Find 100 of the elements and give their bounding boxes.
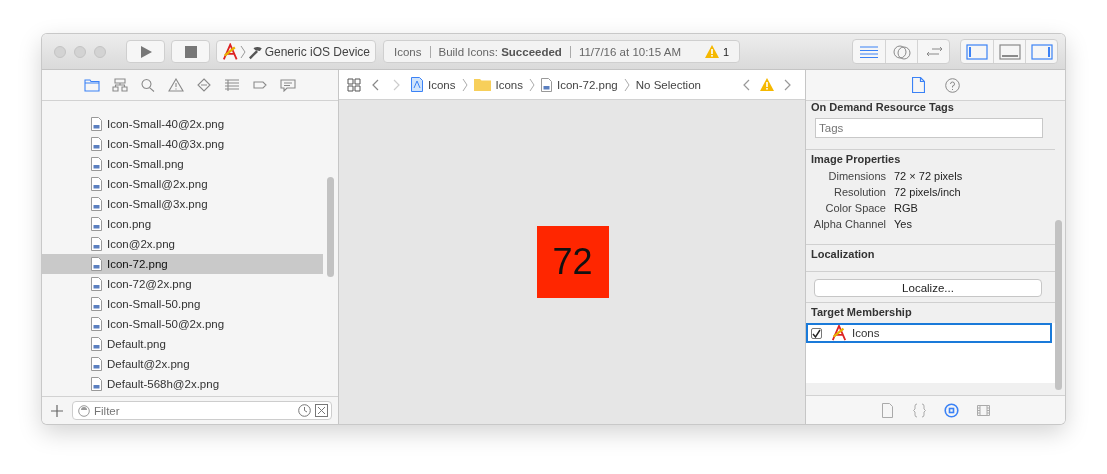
add-icon[interactable]	[51, 404, 63, 417]
warning-icon[interactable]	[167, 76, 185, 94]
braces-icon[interactable]	[910, 401, 929, 419]
scheme-selector[interactable]: Generic iOS Device	[216, 40, 376, 63]
image-file-icon	[91, 237, 102, 251]
file-name: Icon-Small@3x.png	[107, 198, 208, 210]
property-label: Color Space	[824, 202, 886, 214]
hierarchy-icon[interactable]	[111, 76, 129, 94]
search-icon[interactable]	[139, 76, 157, 94]
file-row[interactable]: Default.png	[42, 334, 323, 354]
file-row[interactable]: Icon-72.png	[42, 254, 323, 274]
grid-icon[interactable]	[347, 77, 361, 92]
file-name: Icon-Small.png	[107, 158, 184, 170]
folder-icon[interactable]	[83, 76, 101, 94]
chevron-icon	[623, 77, 630, 92]
breadcrumb[interactable]: Icon-72.png	[541, 77, 618, 92]
build-status: Build Icons: Succeeded	[438, 45, 562, 58]
warning-icon[interactable]	[704, 45, 719, 58]
breadcrumb[interactable]: Icons	[411, 77, 456, 92]
filter-icon	[78, 404, 90, 417]
chevron-icon	[461, 77, 468, 92]
scroll-thumb[interactable]	[327, 177, 334, 277]
image-file-icon	[91, 297, 102, 311]
image-file-icon	[91, 197, 102, 211]
stop-icon	[184, 45, 197, 58]
document-icon[interactable]	[909, 76, 928, 94]
file-row[interactable]: Icon-Small-50.png	[42, 294, 323, 314]
file-name: Default@2x.png	[107, 358, 190, 370]
image-file-icon	[91, 157, 102, 171]
section-title: On Demand Resource Tags	[811, 101, 955, 113]
chevron-icon	[240, 44, 246, 59]
file-name: Icon-72.png	[107, 258, 168, 270]
clock-icon[interactable]	[298, 404, 311, 417]
scope-icon[interactable]	[315, 404, 328, 417]
warning-icon[interactable]	[760, 78, 774, 91]
property-value: Yes	[894, 218, 913, 230]
property-value: 72 × 72 pixels	[894, 170, 964, 182]
list-icon[interactable]	[223, 76, 241, 94]
project-file-icon	[411, 77, 423, 92]
file-name: Icon-Small-40@3x.png	[107, 138, 225, 150]
property-label: Resolution	[833, 186, 886, 198]
help-icon[interactable]	[943, 76, 962, 94]
file-row[interactable]: Icon-Small-40@2x.png	[42, 114, 323, 134]
image-file-icon	[91, 277, 102, 291]
file-row[interactable]: Icon-Small-40@3x.png	[42, 134, 323, 154]
property-value: RGB	[894, 202, 919, 214]
property-label: Alpha Channel	[812, 218, 886, 230]
file-row[interactable]: Icon-72@2x.png	[42, 274, 323, 294]
target-row[interactable]: Icons	[806, 323, 1052, 343]
image-file-icon	[91, 117, 102, 131]
app-icon	[222, 42, 239, 61]
file-name: Icon-Small-50@2x.png	[107, 318, 225, 330]
image-file-icon	[91, 257, 102, 271]
image-preview: 72	[536, 226, 609, 298]
checkbox[interactable]	[811, 327, 822, 339]
file-name: Icon-72@2x.png	[107, 278, 192, 290]
image-file-icon	[541, 77, 552, 92]
file-row[interactable]: Default-568h@2x.png	[42, 374, 323, 394]
image-file-icon	[91, 217, 102, 231]
file-row[interactable]: Icon@2x.png	[42, 234, 323, 254]
speech-bubble-icon[interactable]	[279, 76, 297, 94]
project-name: Icons	[394, 45, 422, 58]
build-time: 11/7/16 at 10:15 AM	[578, 45, 681, 58]
image-file-icon	[91, 317, 102, 331]
app-icon	[830, 325, 848, 341]
image-file-icon	[91, 377, 102, 391]
circle-icon[interactable]	[942, 401, 961, 419]
file-name: Icon.png	[107, 218, 152, 230]
property-value: 72 pixels/inch	[894, 186, 962, 198]
breadcrumb[interactable]: Icons	[473, 78, 523, 91]
tags-field[interactable]: Tags	[815, 118, 1043, 138]
file-row[interactable]: Icon.png	[42, 214, 323, 234]
file-row[interactable]: Icon-Small.png	[42, 154, 323, 174]
filter-field[interactable]: Filter	[94, 404, 294, 417]
breadcrumb[interactable]: No Selection	[635, 78, 701, 91]
localize-button[interactable]: Localize...	[814, 279, 1042, 297]
file-row[interactable]: Default@2x.png	[42, 354, 323, 374]
run-button[interactable]	[126, 40, 165, 63]
file-name: Icon@2x.png	[107, 238, 175, 250]
chevron-icon	[529, 77, 535, 92]
section-title: Target Membership	[810, 306, 913, 318]
image-file-icon	[91, 337, 102, 351]
section-title: Image Properties	[811, 153, 902, 165]
file-name: Default.png	[107, 338, 166, 350]
target-name: Icons	[852, 327, 880, 339]
image-file-icon	[91, 357, 102, 371]
file-row[interactable]: Icon-Small@3x.png	[42, 194, 323, 214]
play-icon	[138, 44, 153, 59]
stop-button[interactable]	[171, 40, 210, 63]
file-row[interactable]: Icon-Small-50@2x.png	[42, 314, 323, 334]
image-file-icon	[91, 177, 102, 191]
file-name: Default-568h@2x.png	[107, 378, 220, 390]
scroll-thumb[interactable]	[1055, 220, 1062, 390]
file-name: Icon-Small@2x.png	[107, 178, 208, 190]
warning-count: 1	[722, 45, 729, 58]
search-bar[interactable]: Filter	[72, 401, 332, 420]
property-label: Dimensions	[827, 170, 886, 182]
image-file-icon	[91, 137, 102, 151]
diamond-icon[interactable]	[195, 76, 213, 94]
file-row[interactable]: Icon-Small@2x.png	[42, 174, 323, 194]
